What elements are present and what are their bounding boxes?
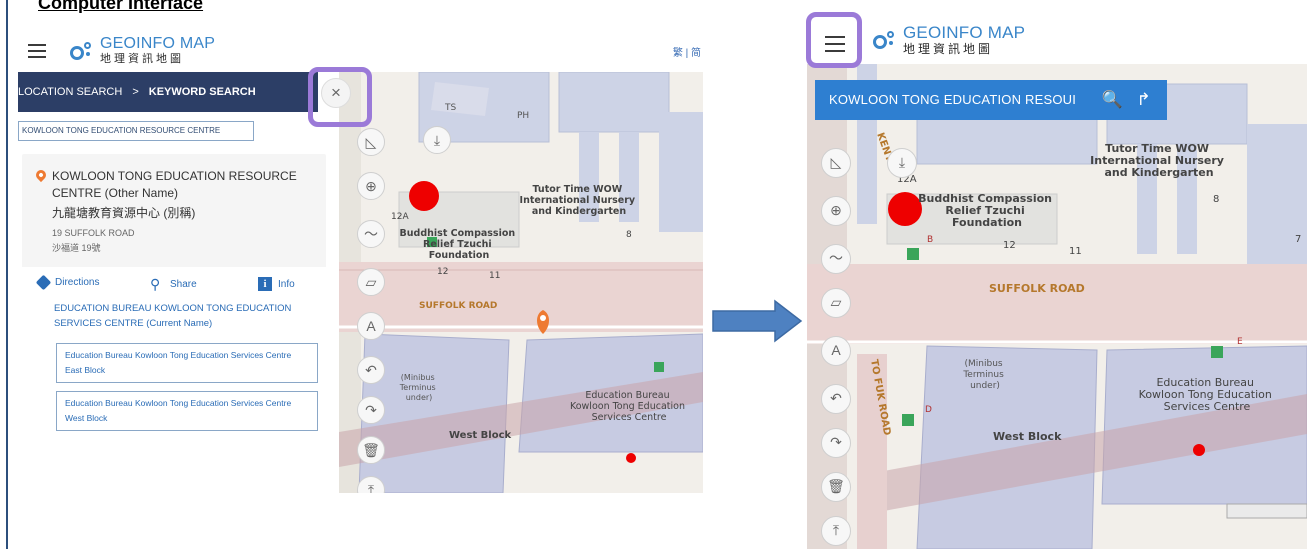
redo-icon-right[interactable]: ↷ xyxy=(821,428,851,458)
left-rule xyxy=(6,0,8,549)
result-title[interactable]: KOWLOON TONG EDUCATION RESOURCE CENTRE (… xyxy=(52,168,312,202)
map-label-ph: PH xyxy=(517,111,529,121)
red-marker-large xyxy=(409,181,439,211)
map-label-7-right: 7 xyxy=(1295,234,1301,245)
ruler-icon[interactable]: ◺ xyxy=(357,128,385,156)
map-label-8-right: 8 xyxy=(1213,194,1219,205)
map-label-12-right: 12 xyxy=(1003,240,1016,251)
map-label-ts: TS xyxy=(444,103,456,113)
highlight-close-button xyxy=(308,67,372,127)
logo-text-zh: 地理資訊地圖 xyxy=(100,53,184,65)
search-bar-value[interactable]: KOWLOON TONG EDUCATION RESOUI xyxy=(829,92,1076,107)
logo-mark-icon xyxy=(70,40,96,62)
map-label-b: B xyxy=(927,235,933,245)
info-label: Info xyxy=(278,278,295,290)
map-view-left[interactable]: TS PH Tutor Time WOW International Nurse… xyxy=(339,72,703,493)
info-icon: i xyxy=(258,277,272,291)
logo-right[interactable]: GEOINFO MAP 地理資訊地圖 xyxy=(873,24,1025,55)
info-link[interactable]: i Info xyxy=(258,277,295,291)
logo-text-zh: 地理資訊地圖 xyxy=(903,42,994,56)
result-address-zh: 沙福道 19號 xyxy=(52,243,101,253)
undo-icon[interactable]: ↶ xyxy=(357,356,385,384)
location-pin-icon xyxy=(33,167,49,183)
locate-icon-right[interactable]: ⊕ xyxy=(821,196,851,226)
map-label-suffolk-road-right: SUFFOLK ROAD xyxy=(989,282,1085,295)
breadcrumb-separator: > xyxy=(132,86,139,98)
result-actions: Directions ⚲ Share i Info EDUCATION BURE… xyxy=(22,267,326,438)
redo-icon[interactable]: ↷ xyxy=(357,396,385,424)
heading: Computer Interface xyxy=(38,0,204,13)
share-icon: ⚲ xyxy=(150,276,161,292)
trash-icon[interactable]: 🗑 xyxy=(357,436,385,464)
trash-icon-right[interactable]: 🗑 xyxy=(821,472,851,502)
map-view-right[interactable]: 12A KENT Tutor Time WOW International Nu… xyxy=(807,64,1307,549)
result-title-zh: 九龍塘教育資源中心 (別稱) xyxy=(52,206,196,220)
download-icon[interactable]: ⤓ xyxy=(423,126,451,154)
sub-item-west-block[interactable]: Education Bureau Kowloon Tong Education … xyxy=(56,391,318,431)
map-canvas-right: 12A KENT Tutor Time WOW International Nu… xyxy=(807,64,1307,549)
logo-mark-icon xyxy=(873,29,899,51)
measure-area-icon-right[interactable]: ▱ xyxy=(821,288,851,318)
logo-text-en: GEOINFO MAP xyxy=(100,35,216,52)
page: Computer Interface GEOINFO MAP 地理資訊地圖 繁 … xyxy=(0,0,1307,549)
locate-icon[interactable]: ⊕ xyxy=(357,172,385,200)
map-label-west-block: West Block xyxy=(449,430,512,441)
map-label-12a: 12A xyxy=(391,212,409,222)
map-label-west-block-right: West Block xyxy=(993,430,1062,443)
share-link[interactable]: ⚲ Share xyxy=(150,277,197,291)
svg-text:Tutor Time WOW Inter: Tutor Time WOW International Nursery and… xyxy=(1090,142,1228,179)
highlight-menu-button xyxy=(806,12,862,68)
directions-icon xyxy=(35,274,52,291)
breadcrumb-keyword-search: KEYWORD SEARCH xyxy=(148,86,256,98)
text-tool-icon[interactable]: A xyxy=(357,312,385,340)
svg-text:Tutor Time WOW Inter: Tutor Time WOW International Nursery and… xyxy=(520,184,639,217)
directions-turn-icon[interactable]: ↱ xyxy=(1137,80,1151,120)
directions-label: Directions xyxy=(55,277,100,288)
map-label-12: 12 xyxy=(437,267,448,277)
right-screenshot: GEOINFO MAP 地理資訊地圖 12A KENT Tutor Time W… xyxy=(807,6,1307,549)
result-address-en: 19 SUFFOLK ROAD xyxy=(52,228,135,238)
logo-text-en: GEOINFO MAP xyxy=(903,23,1026,42)
language-switch[interactable]: 繁 | 简 xyxy=(673,44,701,59)
map-canvas: TS PH Tutor Time WOW International Nurse… xyxy=(339,72,703,493)
top-bar: GEOINFO MAP 地理資訊地圖 繁 | 简 xyxy=(18,28,703,72)
map-label-11: 11 xyxy=(489,271,500,281)
map-label-d: D xyxy=(925,405,932,415)
ruler-icon-right[interactable]: ◺ xyxy=(821,148,851,178)
upload-icon-right[interactable]: ⤒ xyxy=(821,516,851,546)
map-label-suffolk-road: SUFFOLK ROAD xyxy=(419,301,497,311)
measure-line-icon-right[interactable]: 〜 xyxy=(821,244,851,274)
search-bar[interactable]: KOWLOON TONG EDUCATION RESOUI 🔍 ↱ xyxy=(815,80,1167,120)
map-label-e: E xyxy=(1237,337,1243,347)
text-tool-icon-right[interactable]: A xyxy=(821,336,851,366)
map-label-11-right: 11 xyxy=(1069,246,1082,257)
map-label-8: 8 xyxy=(626,230,632,240)
measure-area-icon[interactable]: ▱ xyxy=(357,268,385,296)
measure-line-icon[interactable]: 〜 xyxy=(357,220,385,248)
directions-link[interactable]: Directions xyxy=(35,274,100,291)
red-marker-large-right xyxy=(888,192,922,226)
search-icon[interactable]: 🔍 xyxy=(1102,80,1123,120)
current-name-link[interactable]: EDUCATION BUREAU KOWLOON TONG EDUCATION … xyxy=(54,301,316,331)
logo[interactable]: GEOINFO MAP 地理資訊地圖 xyxy=(70,36,215,65)
share-label: Share xyxy=(170,278,197,290)
search-result-card[interactable]: KOWLOON TONG EDUCATION RESOURCE CENTRE (… xyxy=(22,154,326,438)
transition-arrow-icon xyxy=(712,299,803,343)
breadcrumb-location-search[interactable]: LOCATION SEARCH xyxy=(18,86,122,98)
menu-icon[interactable] xyxy=(28,44,46,58)
keyword-search-input[interactable]: KOWLOON TONG EDUCATION RESOURCE CENTRE xyxy=(18,121,254,141)
undo-icon-right[interactable]: ↶ xyxy=(821,384,851,414)
download-icon-right[interactable]: ⤓ xyxy=(887,148,917,178)
sub-item-east-block[interactable]: Education Bureau Kowloon Tong Education … xyxy=(56,343,318,383)
breadcrumb: LOCATION SEARCH > KEYWORD SEARCH xyxy=(18,72,318,112)
